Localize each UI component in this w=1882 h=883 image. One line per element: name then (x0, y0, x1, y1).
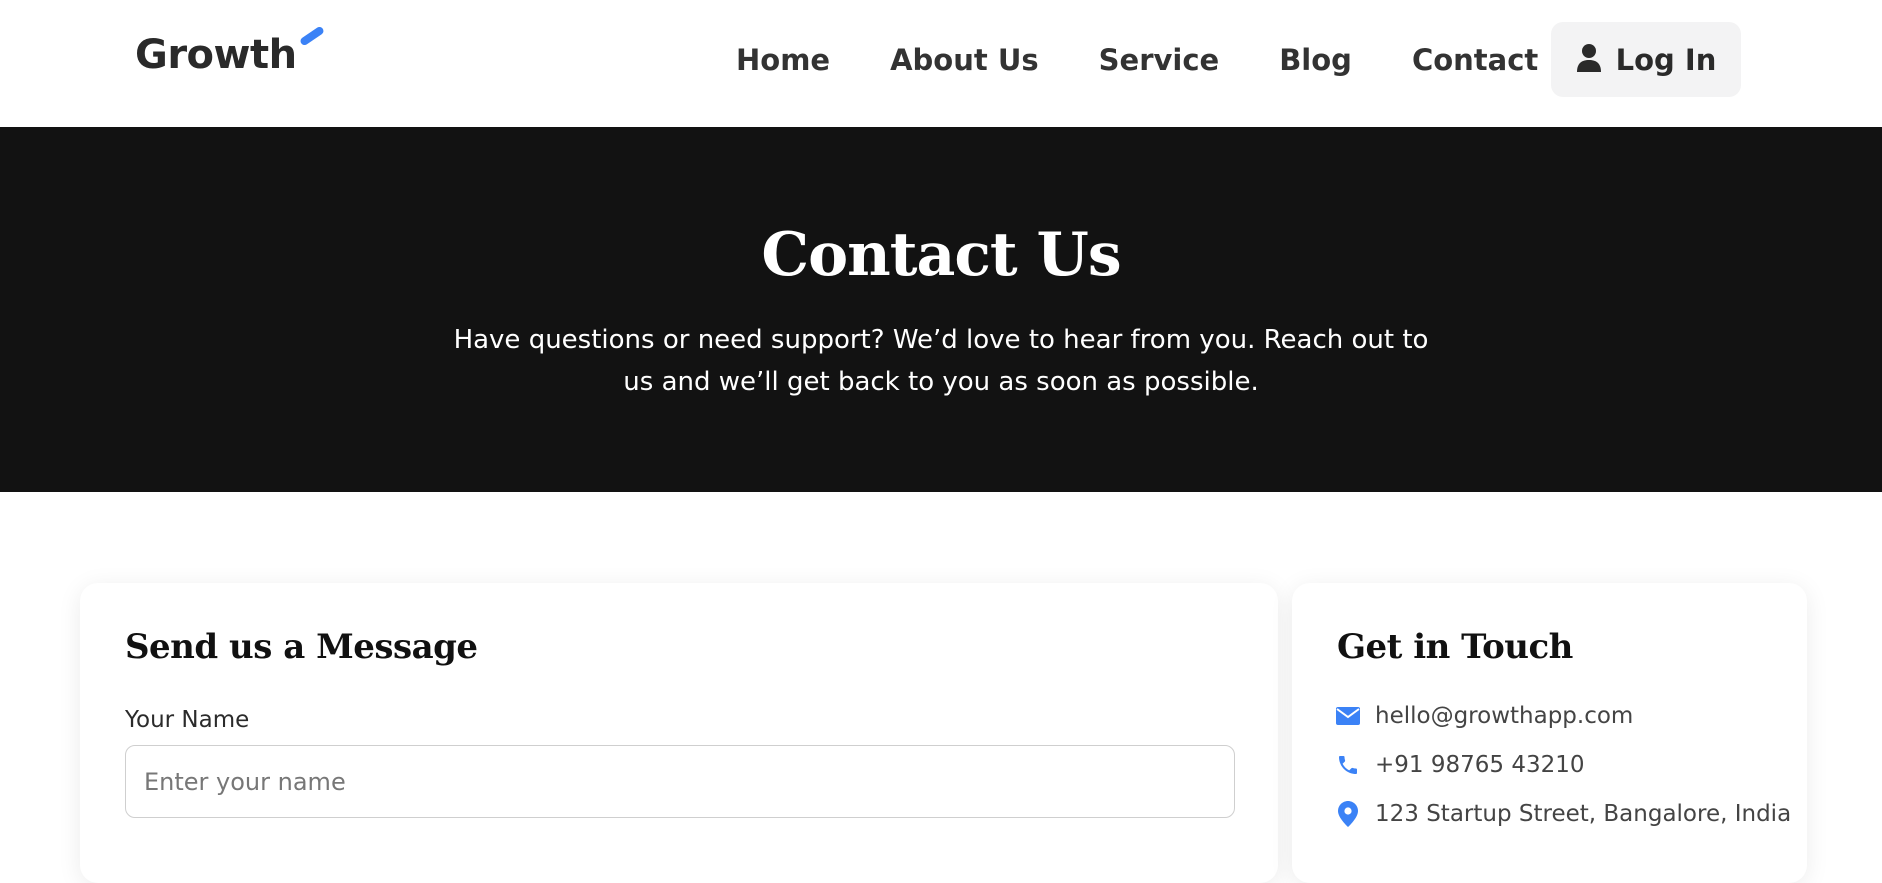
nav-about-link[interactable]: About Us (890, 43, 1039, 77)
user-icon (1576, 43, 1602, 77)
nav-home-link[interactable]: Home (736, 43, 830, 77)
login-label: Log In (1615, 42, 1717, 77)
contact-phone-item[interactable]: +91 98765 43210 (1335, 752, 1585, 778)
contact-info-card: Get in Touch hello@growthapp.com +91 987… (1292, 583, 1807, 883)
contact-phone: +91 98765 43210 (1375, 752, 1585, 778)
nav-service-link[interactable]: Service (1099, 43, 1220, 77)
name-field-label: Your Name (125, 707, 250, 733)
nav-contact-link[interactable]: Contact (1412, 43, 1538, 77)
info-title: Get in Touch (1337, 627, 1573, 667)
contact-address-item[interactable]: 123 Startup Street, Bangalore, India (1335, 801, 1791, 827)
phone-icon (1335, 752, 1361, 778)
form-title: Send us a Message (125, 627, 478, 667)
contact-email: hello@growthapp.com (1375, 703, 1634, 729)
map-pin-icon (1335, 801, 1361, 827)
logo-accent-mark (298, 25, 326, 47)
contact-email-item[interactable]: hello@growthapp.com (1335, 703, 1633, 729)
logo[interactable]: Growth (135, 32, 297, 78)
contact-address: 123 Startup Street, Bangalore, India (1375, 801, 1792, 827)
page-title: Contact Us (761, 220, 1121, 290)
site-header: Growth Home About Us Service Blog Contac… (0, 0, 1882, 127)
main-nav: Home About Us Service Blog Contact (736, 22, 1598, 97)
hero-banner: Contact Us Have questions or need suppor… (0, 127, 1882, 492)
name-input[interactable] (125, 745, 1235, 818)
hero-subtitle: Have questions or need support? We’d lov… (453, 325, 1429, 397)
envelope-icon (1335, 703, 1361, 729)
nav-blog-link[interactable]: Blog (1279, 43, 1352, 77)
login-button[interactable]: Log In (1551, 22, 1741, 97)
message-form-card: Send us a Message Your Name (80, 583, 1278, 883)
